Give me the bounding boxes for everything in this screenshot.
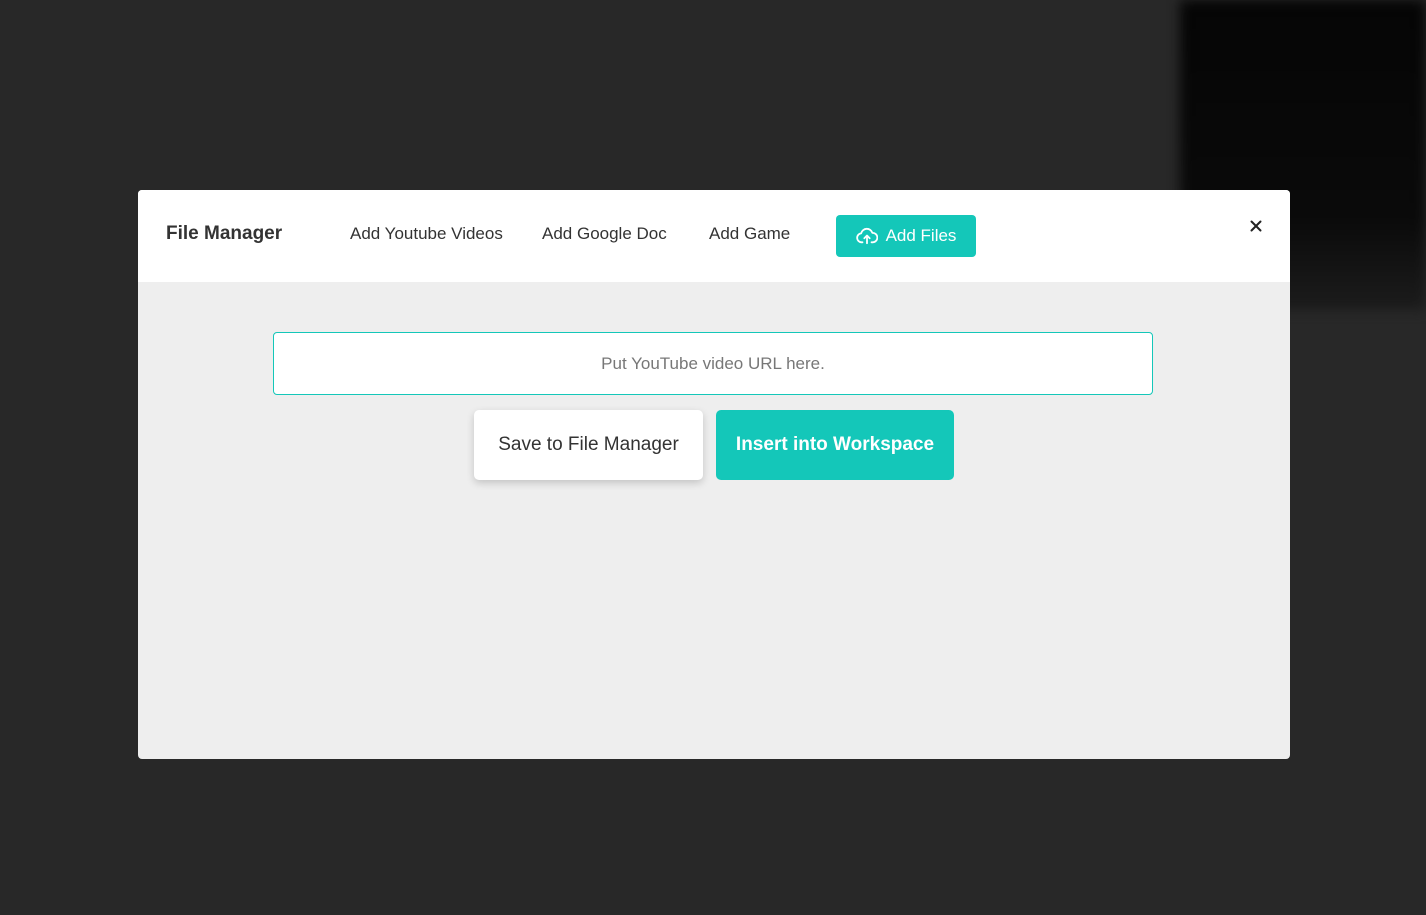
cloud-upload-icon bbox=[855, 227, 878, 245]
add-files-label: Add Files bbox=[885, 226, 957, 245]
close-icon bbox=[1250, 219, 1262, 237]
youtube-url-input[interactable] bbox=[273, 332, 1153, 395]
modal-header: File Manager Add Youtube Videos Add Goog… bbox=[138, 190, 1290, 282]
insert-into-workspace-button[interactable]: Insert into Workspace bbox=[716, 410, 954, 480]
save-to-file-manager-button[interactable]: Save to File Manager bbox=[474, 410, 703, 480]
tab-add-google-doc[interactable]: Add Google Doc bbox=[542, 224, 667, 244]
tab-add-youtube-videos[interactable]: Add Youtube Videos bbox=[350, 224, 503, 244]
close-button[interactable] bbox=[1246, 218, 1266, 238]
tab-add-game[interactable]: Add Game bbox=[709, 224, 790, 244]
file-manager-modal: File Manager Add Youtube Videos Add Goog… bbox=[138, 190, 1290, 759]
modal-title: File Manager bbox=[166, 223, 283, 244]
add-files-button[interactable]: Add Files bbox=[836, 215, 976, 257]
